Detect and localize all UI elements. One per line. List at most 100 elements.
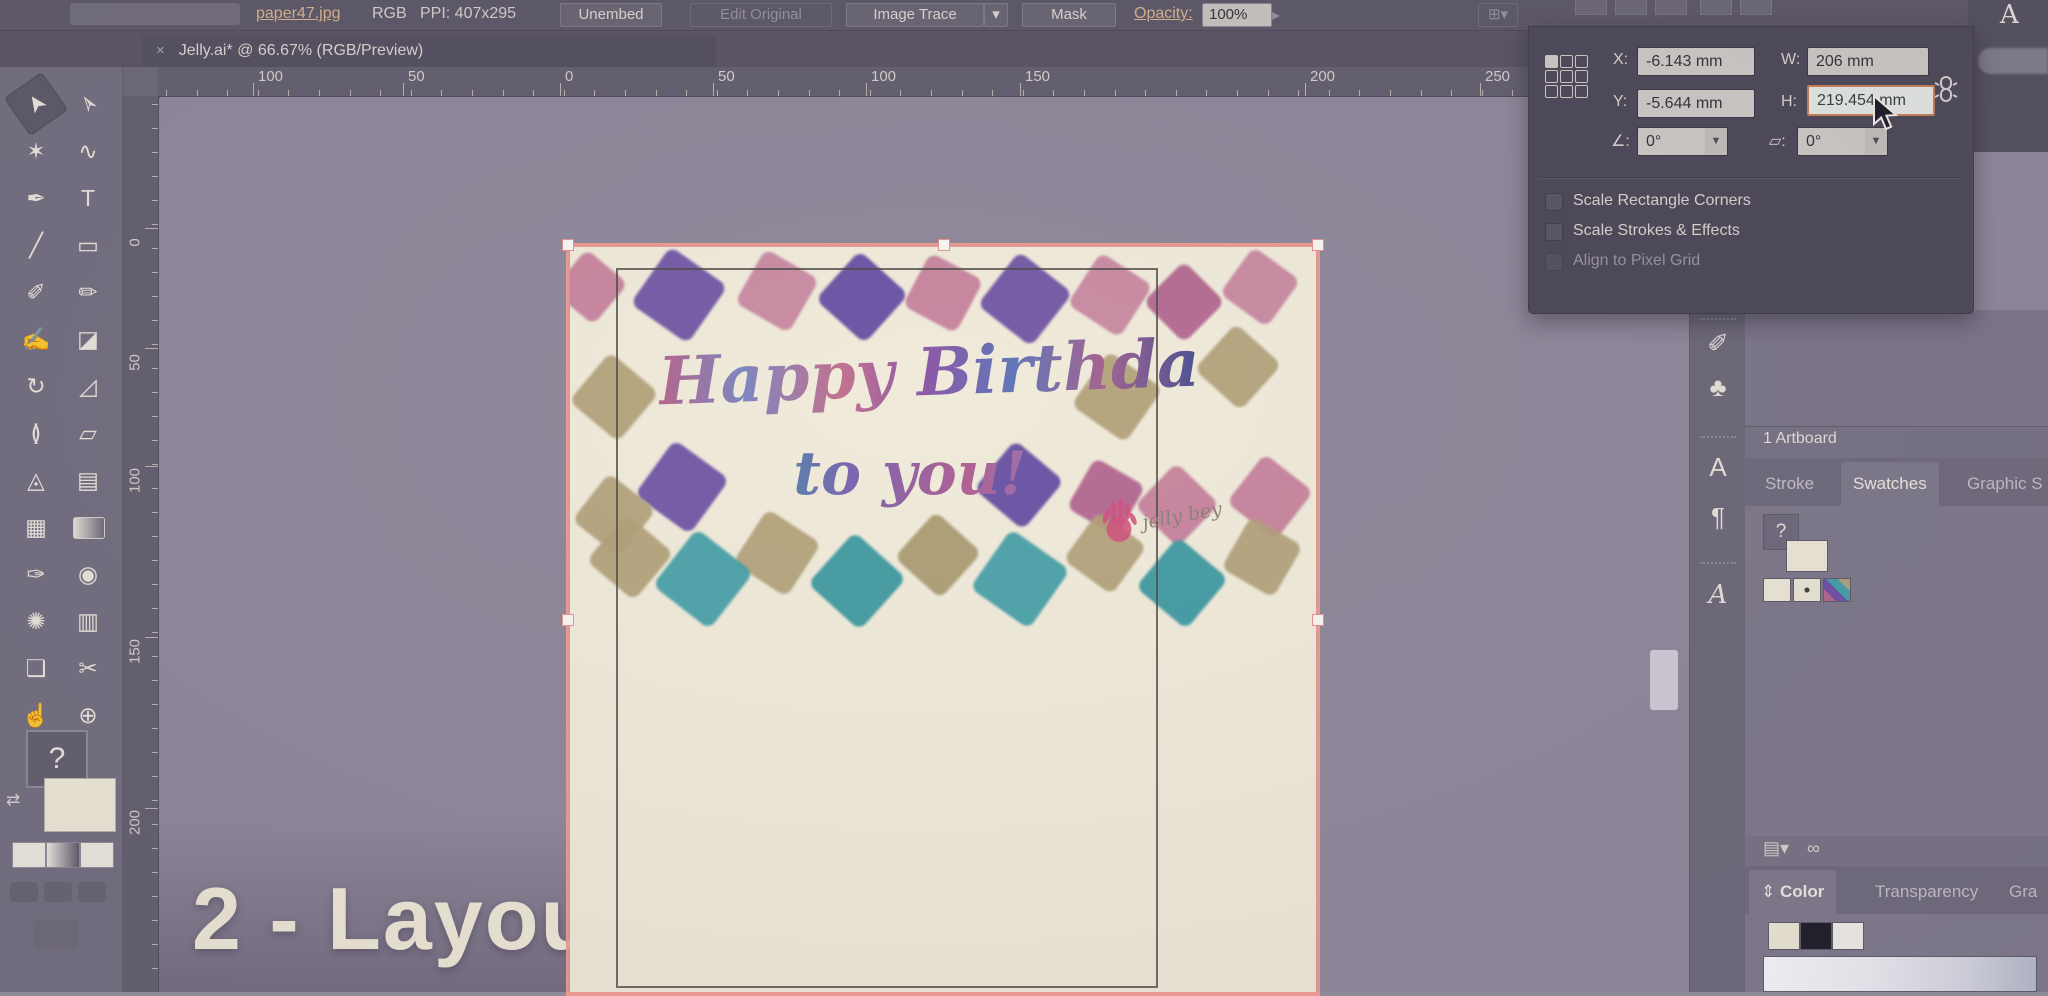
- eyedropper-tool[interactable]: ✑: [14, 552, 58, 596]
- screen-mode-button[interactable]: [34, 920, 78, 948]
- pattern-swatch[interactable]: [1823, 578, 1851, 602]
- none-mode-button[interactable]: [80, 842, 114, 868]
- align-icon-partial[interactable]: [1700, 0, 1732, 15]
- pen-tool[interactable]: ✒: [14, 176, 58, 220]
- shape-builder-tool[interactable]: ◬: [14, 458, 58, 502]
- selection-handle[interactable]: [562, 614, 574, 626]
- shaper-tool[interactable]: ✍: [14, 317, 58, 361]
- color-none-swatch[interactable]: [1768, 922, 1800, 950]
- selection-handle[interactable]: [562, 239, 574, 251]
- opacity-field[interactable]: 100%: [1202, 3, 1272, 27]
- reference-point-locator[interactable]: [1545, 55, 1589, 99]
- rotate-tool[interactable]: ↻: [14, 364, 58, 408]
- mesh-tool[interactable]: ▦: [14, 505, 58, 549]
- constrain-proportions-icon[interactable]: [1933, 65, 1959, 120]
- swap-fill-stroke-icon[interactable]: ⇄: [6, 790, 30, 814]
- rotate-field[interactable]: 0°: [1637, 127, 1707, 156]
- blend-tool[interactable]: ◉: [66, 552, 110, 596]
- document-tab[interactable]: ×Jelly.ai* @ 66.67% (RGB/Preview): [142, 35, 716, 67]
- collapse-icon[interactable]: ⇕: [1761, 882, 1775, 901]
- checkbox-box[interactable]: [1545, 193, 1563, 211]
- tab-color[interactable]: ⇕ Color: [1749, 870, 1836, 914]
- color-spectrum-bar[interactable]: [1763, 956, 2037, 992]
- rotate-angle-icon: ∠:: [1611, 131, 1630, 151]
- tab-graphic-styles[interactable]: Graphic S: [1955, 462, 2048, 506]
- close-tab-icon[interactable]: ×: [156, 42, 165, 59]
- symbols-panel-icon[interactable]: ♣: [1690, 372, 1746, 403]
- w-field[interactable]: 206 mm: [1807, 47, 1929, 76]
- shear-icon: ▱:: [1769, 131, 1786, 151]
- registration-swatch[interactable]: [1793, 578, 1821, 602]
- x-field[interactable]: -6.143 mm: [1637, 47, 1755, 76]
- tab-stroke[interactable]: Stroke: [1753, 462, 1826, 506]
- h-field[interactable]: 219.454 mm: [1807, 85, 1935, 116]
- color-mode-button[interactable]: [12, 842, 46, 868]
- align-icon-partial[interactable]: [1575, 0, 1607, 15]
- mask-button[interactable]: Mask: [1022, 3, 1116, 27]
- symbol-sprayer-tool[interactable]: ✺: [14, 599, 58, 643]
- free-transform-tool[interactable]: ▱: [66, 411, 110, 455]
- tab-gradient[interactable]: Gra: [1997, 870, 2048, 914]
- brushes-panel-icon[interactable]: ✐: [1690, 328, 1746, 359]
- selection-bounding-box[interactable]: [566, 243, 1320, 996]
- stroke-swatch-none[interactable]: [44, 778, 116, 832]
- slice-tool[interactable]: ✂: [66, 646, 110, 690]
- tab-transparency[interactable]: Transparency: [1863, 870, 1990, 914]
- magic-wand-tool[interactable]: ✶: [14, 129, 58, 173]
- image-trace-dropdown[interactable]: ▾: [984, 3, 1008, 27]
- paintbrush-tool[interactable]: ✐: [14, 270, 58, 314]
- selection-handle[interactable]: [1312, 239, 1324, 251]
- rotate-dropdown[interactable]: ▼: [1705, 127, 1728, 156]
- direct-selection-tool[interactable]: ➢: [57, 73, 118, 134]
- lasso-tool[interactable]: ∿: [66, 129, 110, 173]
- glyphs-panel-icon[interactable]: A: [1690, 580, 1746, 610]
- character-styles-panel-icon[interactable]: A: [1690, 452, 1746, 483]
- y-field[interactable]: -5.644 mm: [1637, 89, 1755, 118]
- align-icon-partial[interactable]: [1740, 0, 1772, 15]
- paragraph-styles-panel-icon[interactable]: ¶: [1690, 502, 1746, 533]
- draw-behind-button[interactable]: [44, 882, 72, 902]
- selection-tool[interactable]: ➤: [5, 73, 66, 134]
- none-swatch-small[interactable]: [1763, 578, 1791, 602]
- rectangle-tool[interactable]: ▭: [66, 223, 110, 267]
- align-icon-partial[interactable]: [1655, 0, 1687, 15]
- line-segment-tool[interactable]: ╱: [14, 223, 58, 267]
- panel-button-fragment[interactable]: [1978, 48, 2048, 74]
- shear-field[interactable]: 0°: [1797, 127, 1867, 156]
- scale-tool[interactable]: ◿: [66, 364, 110, 408]
- opacity-label[interactable]: Opacity:: [1134, 5, 1193, 23]
- appearance-panel-icon[interactable]: A: [2000, 0, 2019, 30]
- eraser-tool[interactable]: ◪: [66, 317, 110, 361]
- color-white-swatch[interactable]: [1832, 922, 1864, 950]
- selection-handle[interactable]: [1312, 614, 1324, 626]
- checkbox-box[interactable]: [1545, 223, 1563, 241]
- unembed-button[interactable]: Unembed: [560, 3, 662, 27]
- scrollbar-fragment[interactable]: [1650, 650, 1678, 710]
- tools-panel: ➤➢✶∿✒T╱▭✐✏✍◪↻◿≬▱◬▤▦✑◉✺▥❏✂☝⊕ ? ⇄: [0, 30, 123, 992]
- ruler-corner: [122, 66, 160, 98]
- artboard-tool[interactable]: ❏: [14, 646, 58, 690]
- edit-original-button[interactable]: Edit Original: [690, 3, 832, 27]
- panel-menu-button[interactable]: ⊞▾: [1478, 3, 1518, 27]
- width-tool[interactable]: ≬: [14, 411, 58, 455]
- none-swatch[interactable]: [1786, 540, 1828, 572]
- draw-normal-button[interactable]: [10, 882, 38, 902]
- gradient-mode-button[interactable]: [46, 842, 80, 868]
- linked-file-name[interactable]: paper47.jpg: [256, 5, 341, 23]
- selection-handle[interactable]: [938, 239, 950, 251]
- show-swatch-kinds-icon[interactable]: ∞: [1807, 838, 1820, 859]
- ruler-label: 0: [127, 228, 144, 258]
- perspective-grid-tool[interactable]: ▤: [66, 458, 110, 502]
- color-black-swatch[interactable]: [1800, 922, 1832, 950]
- align-icon-partial[interactable]: [1615, 0, 1647, 15]
- tab-swatches[interactable]: Swatches: [1841, 462, 1939, 506]
- type-tool[interactable]: T: [66, 176, 110, 220]
- opacity-stepper[interactable]: ▸: [1272, 5, 1280, 25]
- column-graph-tool[interactable]: ▥: [66, 599, 110, 643]
- draw-inside-button[interactable]: [78, 882, 106, 902]
- swatch-libraries-icon[interactable]: ▤▾: [1763, 838, 1789, 859]
- partial-button[interactable]: [70, 3, 240, 25]
- image-trace-button[interactable]: Image Trace: [846, 3, 984, 27]
- pencil-tool[interactable]: ✏: [66, 270, 110, 314]
- gradient-tool[interactable]: [73, 517, 105, 539]
